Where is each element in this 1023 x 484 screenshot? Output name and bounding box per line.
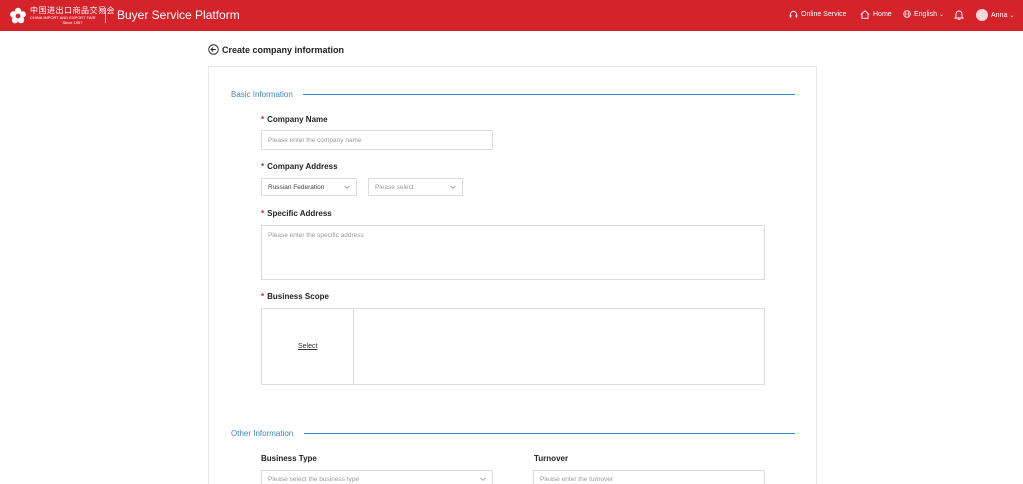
section-divider-other bbox=[304, 433, 795, 434]
business-type-label: Business Type bbox=[261, 454, 317, 463]
user-name: Anna bbox=[991, 11, 1008, 19]
home-label: Home bbox=[873, 11, 892, 18]
required-marker: * bbox=[261, 292, 265, 301]
required-marker: * bbox=[261, 162, 265, 171]
avatar bbox=[976, 9, 988, 21]
business-scope-select-link[interactable]: Select bbox=[298, 343, 317, 350]
specific-address-placeholder: Please enter the specific address bbox=[268, 232, 364, 239]
canton-fair-logo[interactable]: 中国进出口商品交易会 CHINA IMPORT AND EXPORT FAIR … bbox=[9, 5, 115, 27]
company-name-label-text: Company Name bbox=[267, 115, 328, 124]
required-marker: * bbox=[261, 209, 265, 218]
chevron-down-icon bbox=[344, 185, 350, 189]
flower-logo-icon bbox=[10, 7, 26, 24]
business-scope-box: Select bbox=[261, 308, 765, 385]
headset-icon bbox=[789, 10, 798, 18]
section-divider-basic bbox=[303, 94, 795, 95]
country-select-value: Russian Federation bbox=[268, 183, 325, 191]
turnover-label: Turnover bbox=[534, 454, 569, 463]
chevron-down-icon bbox=[480, 477, 486, 481]
region-select-placeholder: Please select bbox=[375, 183, 414, 191]
user-menu[interactable]: Anna ⌄ bbox=[976, 9, 1014, 21]
business-scope-label-text: Business Scope bbox=[267, 292, 329, 301]
language-label: English bbox=[914, 10, 937, 18]
logo-since-text: Since 1957 bbox=[62, 20, 83, 25]
home-link[interactable]: Home bbox=[860, 10, 892, 19]
platform-title: Buyer Service Platform bbox=[117, 8, 240, 22]
section-title-other: Other Information bbox=[231, 429, 294, 438]
company-name-label: * Company Name bbox=[261, 115, 328, 124]
turnover-input[interactable]: Please enter the turnover bbox=[533, 470, 765, 484]
company-address-label-text: Company Address bbox=[267, 162, 338, 171]
business-scope-label: * Business Scope bbox=[261, 292, 329, 301]
company-address-label: * Company Address bbox=[261, 162, 338, 171]
online-service-link[interactable]: Online Service bbox=[789, 10, 847, 19]
chevron-down-icon bbox=[450, 185, 456, 189]
company-form-card: Basic Information * Company Name Please e… bbox=[208, 66, 817, 484]
logo-text: 中国进出口商品交易会 CHINA IMPORT AND EXPORT FAIR … bbox=[30, 7, 115, 25]
turnover-placeholder: Please enter the turnover bbox=[540, 475, 613, 483]
company-name-placeholder: Please enter the company name bbox=[268, 136, 362, 144]
business-type-placeholder: Please select the business type bbox=[268, 475, 360, 483]
section-title-basic: Basic Information bbox=[231, 90, 293, 99]
bell-icon bbox=[954, 10, 964, 20]
region-select[interactable]: Please select bbox=[368, 178, 463, 196]
language-dropdown[interactable]: English ⌄ bbox=[903, 10, 944, 18]
specific-address-textarea[interactable]: Please enter the specific address bbox=[261, 225, 765, 280]
page-heading: Create company information bbox=[208, 44, 344, 55]
top-bar: 中国进出口商品交易会 CHINA IMPORT AND EXPORT FAIR … bbox=[0, 0, 1023, 31]
globe-icon bbox=[903, 10, 911, 18]
chevron-down-icon: ⌄ bbox=[1009, 12, 1015, 19]
home-icon bbox=[860, 10, 870, 19]
business-type-select[interactable]: Please select the business type bbox=[261, 470, 493, 484]
back-arrow-icon[interactable] bbox=[208, 44, 219, 55]
business-scope-divider bbox=[353, 309, 354, 384]
header-divider bbox=[105, 8, 106, 23]
country-select[interactable]: Russian Federation bbox=[261, 178, 357, 196]
specific-address-label: * Specific Address bbox=[261, 209, 332, 218]
specific-address-label-text: Specific Address bbox=[267, 209, 332, 218]
chevron-down-icon: ⌄ bbox=[938, 11, 944, 18]
logo-chinese-text: 中国进出口商品交易会 bbox=[30, 6, 115, 15]
notifications-button[interactable] bbox=[954, 9, 967, 20]
online-service-label: Online Service bbox=[801, 11, 847, 18]
company-name-input[interactable]: Please enter the company name bbox=[261, 130, 493, 150]
required-marker: * bbox=[261, 115, 265, 124]
page-title: Create company information bbox=[222, 44, 345, 55]
